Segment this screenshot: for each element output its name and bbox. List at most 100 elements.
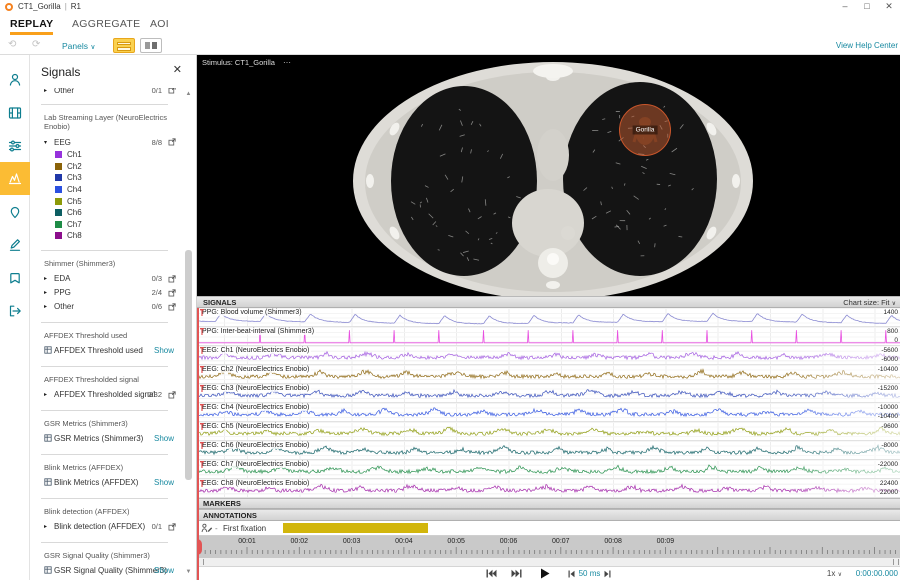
scrollbar-thumb[interactable] bbox=[185, 250, 192, 480]
maximize-button[interactable]: □ bbox=[860, 1, 874, 11]
tab-replay[interactable]: REPLAY bbox=[10, 18, 53, 30]
rail-item-sliders-icon[interactable] bbox=[0, 129, 30, 162]
aoi-circle-gorilla[interactable]: Gorilla bbox=[619, 104, 671, 156]
rail-item-film-icon[interactable] bbox=[0, 96, 30, 129]
panel-scrollbar[interactable]: ▲ ▼ bbox=[184, 90, 193, 577]
step-forward-button[interactable] bbox=[604, 570, 611, 578]
panel-row-table[interactable]: AFFDEX Threshold usedShow bbox=[30, 344, 182, 358]
open-external-icon[interactable] bbox=[168, 303, 176, 311]
open-external-icon[interactable] bbox=[168, 138, 176, 146]
rail-item-exit-icon[interactable] bbox=[0, 294, 30, 327]
chart-size-label: Chart size: bbox=[843, 298, 879, 307]
channel-row-ch4[interactable]: Ch4 bbox=[30, 184, 182, 196]
chevron-right-icon[interactable]: ▸ bbox=[44, 391, 54, 398]
rail-item-pin-icon[interactable] bbox=[0, 195, 30, 228]
signal-row-1[interactable]: PPG: Blood volume (Shimmer3)1400 bbox=[197, 308, 900, 327]
skip-to-start-button[interactable] bbox=[486, 569, 497, 578]
row-label: Other bbox=[54, 302, 74, 311]
channel-row-ch3[interactable]: Ch3 bbox=[30, 172, 182, 184]
channel-row-ch7[interactable]: Ch7 bbox=[30, 219, 182, 231]
annotation-time-bar[interactable] bbox=[283, 523, 428, 533]
play-button[interactable] bbox=[540, 568, 550, 579]
rail-item-waveform-icon[interactable] bbox=[0, 162, 30, 195]
signal-row-label-wrap: PPG: Blood volume (Shimmer3) bbox=[200, 309, 304, 316]
signal-row-label-wrap: EEG: Ch5 (NeuroElectrics Enobio) bbox=[200, 423, 311, 430]
signal-row-9[interactable]: EEG: Ch7 (NeuroElectrics Enobio)-22000 bbox=[197, 460, 900, 479]
signal-row-2[interactable]: PPG: Inter-beat-interval (Shimmer3)8000 bbox=[197, 327, 900, 346]
rail-item-bookmark-icon[interactable] bbox=[0, 261, 30, 294]
open-external-icon[interactable] bbox=[168, 391, 176, 399]
chevron-right-icon[interactable]: ▸ bbox=[44, 523, 54, 530]
panel-row-group[interactable]: ▾EEG8/8 bbox=[30, 135, 182, 149]
axis-value: 0 bbox=[894, 337, 898, 344]
step-size-label[interactable]: 50 ms bbox=[579, 569, 601, 578]
toolbar: ⟲ ⟳ Panels ∨ View Help Center bbox=[0, 36, 900, 55]
panel-row-table[interactable]: GSR Signal Quality (Shimmer3)Show bbox=[30, 564, 182, 578]
step-back-button[interactable] bbox=[568, 570, 575, 578]
tab-aoi[interactable]: AOI bbox=[150, 18, 169, 30]
timeline-ruler[interactable]: 00:0100:0200:0300:0400:0500:0600:0700:08… bbox=[197, 536, 900, 558]
undo-icon[interactable]: ⟲ bbox=[8, 39, 16, 50]
signal-row-10[interactable]: EEG: Ch8 (NeuroElectrics Enobio)22400220… bbox=[197, 479, 900, 498]
annotation-caret[interactable]: - bbox=[215, 524, 218, 533]
panel-row-table[interactable]: Blink Metrics (AFFDEX)Show bbox=[30, 476, 182, 490]
chart-size-control[interactable]: Chart size: Fit ∨ bbox=[843, 298, 896, 307]
signal-row-4[interactable]: EEG: Ch2 (NeuroElectrics Enobio)-10400 bbox=[197, 365, 900, 384]
view-help-center-link[interactable]: View Help Center bbox=[836, 41, 898, 50]
channel-color-swatch bbox=[55, 186, 62, 193]
show-link[interactable]: Show bbox=[154, 478, 174, 487]
panel-row-group[interactable]: ▸AFFDEX Thresholded signal0/32 bbox=[30, 388, 182, 402]
rail-item-person-icon[interactable] bbox=[0, 63, 30, 96]
chevron-right-icon[interactable]: ▸ bbox=[44, 275, 54, 282]
chevron-right-icon[interactable]: ▸ bbox=[44, 289, 54, 296]
channel-row-ch5[interactable]: Ch5 bbox=[30, 195, 182, 207]
channel-row-ch1[interactable]: Ch1 bbox=[30, 149, 182, 161]
chevron-right-icon[interactable]: ▸ bbox=[44, 88, 54, 94]
timeline-zoom-scrollbar[interactable] bbox=[197, 558, 900, 567]
signal-row-label-wrap: EEG: Ch6 (NeuroElectrics Enobio) bbox=[200, 442, 311, 449]
open-external-icon[interactable] bbox=[168, 88, 176, 94]
show-link[interactable]: Show bbox=[154, 346, 174, 355]
close-button[interactable]: ✕ bbox=[882, 1, 896, 12]
timeline-label: 00:02 bbox=[291, 538, 309, 545]
playback-speed-dropdown[interactable]: 1x ∨ bbox=[827, 569, 842, 578]
section-header: GSR Signal Quality (Shimmer3) bbox=[44, 551, 182, 560]
panels-dropdown[interactable]: Panels ∨ bbox=[62, 41, 96, 51]
signal-row-label-wrap: EEG: Ch8 (NeuroElectrics Enobio) bbox=[200, 480, 311, 487]
signal-row-3[interactable]: EEG: Ch1 (NeuroElectrics Enobio)-5600-60… bbox=[197, 346, 900, 365]
waveform-icon bbox=[7, 171, 23, 187]
zoom-grip-right[interactable] bbox=[893, 559, 899, 565]
channel-row-ch8[interactable]: Ch8 bbox=[30, 230, 182, 242]
rail-item-pencil-icon[interactable] bbox=[0, 228, 30, 261]
scroll-down-icon[interactable]: ▼ bbox=[184, 568, 193, 577]
minimize-button[interactable]: – bbox=[838, 1, 852, 11]
signal-row-8[interactable]: EEG: Ch6 (NeuroElectrics Enobio)-8000 bbox=[197, 441, 900, 460]
channel-row-ch6[interactable]: Ch6 bbox=[30, 207, 182, 219]
open-external-icon[interactable] bbox=[168, 289, 176, 297]
scroll-up-icon[interactable]: ▲ bbox=[184, 90, 193, 99]
layout-columns-button[interactable] bbox=[140, 38, 162, 53]
show-link[interactable]: Show bbox=[154, 434, 174, 443]
signal-row-6[interactable]: EEG: Ch4 (NeuroElectrics Enobio)-10000-1… bbox=[197, 403, 900, 422]
panel-row-group[interactable]: ▸PPG2/4 bbox=[30, 286, 182, 300]
panel-row-group[interactable]: ▸Blink detection (AFFDEX)0/1 bbox=[30, 520, 182, 534]
layout-rows-button[interactable] bbox=[113, 38, 135, 53]
chevron-right-icon[interactable]: ▸ bbox=[44, 303, 54, 310]
panel-row-group[interactable]: ▸EDA0/3 bbox=[30, 272, 182, 286]
signal-row-5[interactable]: EEG: Ch3 (NeuroElectrics Enobio)-15200 bbox=[197, 384, 900, 403]
close-icon[interactable]: ✕ bbox=[173, 63, 182, 76]
channel-row-ch2[interactable]: Ch2 bbox=[30, 161, 182, 173]
panel-row-group[interactable]: ▸Other0/6 bbox=[30, 300, 182, 314]
redo-icon[interactable]: ⟳ bbox=[32, 39, 40, 50]
chevron-down-icon[interactable]: ▾ bbox=[44, 139, 54, 146]
playhead-handle[interactable] bbox=[197, 539, 202, 555]
skip-to-end-button[interactable] bbox=[511, 569, 522, 578]
show-link[interactable]: Show bbox=[154, 566, 174, 575]
open-external-icon[interactable] bbox=[168, 275, 176, 283]
signal-row-7[interactable]: EEG: Ch5 (NeuroElectrics Enobio)-9600 bbox=[197, 422, 900, 441]
open-external-icon[interactable] bbox=[168, 523, 176, 531]
panel-row-table[interactable]: GSR Metrics (Shimmer3)Show bbox=[30, 432, 182, 446]
tab-aggregate[interactable]: AGGREGATE bbox=[72, 18, 140, 30]
panel-row-group[interactable]: ▸Other0/1 bbox=[30, 88, 182, 96]
more-options-icon[interactable]: ⋯ bbox=[283, 58, 292, 67]
